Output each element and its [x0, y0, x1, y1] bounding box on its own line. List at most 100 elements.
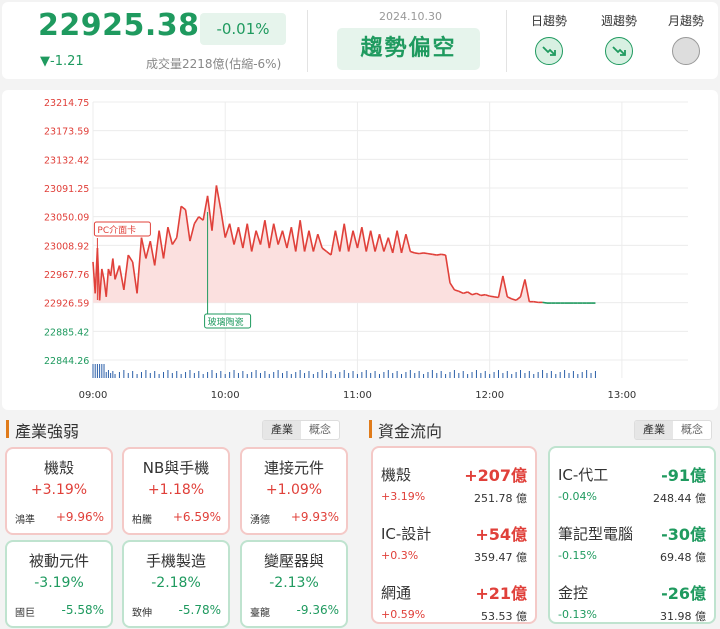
change-percent-badge: -0.01%	[200, 13, 286, 45]
money-flow-row[interactable]: 網通 +21億 +0.59% 53.53 億	[373, 572, 535, 628]
flow-change: -0.15%	[558, 549, 597, 562]
industry-section-title: 產業強弱	[15, 422, 80, 441]
flow-amount: +21億	[475, 584, 527, 603]
industry-name: 變壓器與	[263, 552, 324, 570]
tab-industry[interactable]: 產業	[635, 421, 673, 439]
leading-stock: 致伸	[132, 608, 152, 619]
x-tick-label: 11:00	[343, 390, 372, 401]
x-tick-label: 13:00	[607, 390, 636, 401]
money-flow-section-title: 資金流向	[378, 422, 443, 441]
industry-change: -3.19%	[34, 575, 84, 591]
leading-stock-change: +9.93%	[290, 510, 339, 524]
price-line-segment	[480, 293, 486, 297]
money-flow-row[interactable]: 筆記型電腦 -30億 -0.15% 69.48 億	[550, 513, 714, 569]
leading-stock-change: +6.59%	[172, 510, 221, 524]
flow-industry-name: IC-設計	[381, 525, 432, 543]
flow-change: +0.59%	[381, 608, 426, 621]
leading-stock-change: -5.58%	[61, 603, 104, 617]
index-price: 22925.38	[38, 8, 200, 43]
flow-industry-name: 機殼	[381, 466, 412, 484]
money-flow-tab-toggle: 產業 概念	[634, 420, 712, 440]
price-line-segment	[542, 301, 548, 304]
price-line-segment	[436, 253, 442, 256]
money-flow-row[interactable]: 金控 -26億 -0.13% 31.98 億	[550, 572, 714, 628]
industry-name: 連接元件	[263, 459, 324, 477]
divider	[506, 10, 507, 72]
x-tick-label: 09:00	[79, 390, 108, 401]
trend-down-icon	[535, 37, 563, 65]
industry-name: 手機製造	[145, 552, 206, 570]
tab-concept[interactable]: 概念	[301, 421, 339, 439]
flow-turnover: 69.48 億	[660, 551, 706, 564]
price-area-fill	[93, 185, 596, 303]
industry-card[interactable]: 變壓器與 -2.13% 臺龍 -9.36%	[240, 540, 348, 628]
intraday-chart[interactable]: 23214.75 23173.59 23132.42 23091.25 23050.09…	[2, 90, 718, 410]
tab-concept[interactable]: 概念	[673, 421, 711, 439]
leading-stock: 國巨	[15, 608, 35, 619]
flow-amount: -26億	[661, 584, 706, 603]
y-tick-label: 22926.59	[44, 299, 89, 310]
tab-industry[interactable]: 產業	[263, 421, 301, 439]
price-line-segment	[414, 252, 420, 255]
industry-card[interactable]: 機殼 +3.19% 鴻準 +9.96%	[5, 447, 113, 535]
annotation-label: 玻璃陶瓷	[208, 316, 244, 328]
industry-name: 被動元件	[28, 552, 89, 570]
flow-change: -0.13%	[558, 608, 597, 621]
y-tick-label: 23173.59	[44, 127, 89, 138]
daily-trend-label: 日趨勢	[530, 14, 567, 28]
y-tick-label: 22885.42	[44, 327, 89, 338]
leading-stock: 臺龍	[250, 608, 270, 619]
flow-turnover: 359.47 億	[474, 551, 527, 564]
flow-industry-name: IC-代工	[558, 466, 609, 484]
flow-amount: +54億	[475, 525, 527, 544]
money-flow-row[interactable]: IC-設計 +54億 +0.3% 359.47 億	[373, 513, 535, 569]
flow-industry-name: 筆記型電腦	[558, 525, 634, 543]
industry-change: -2.13%	[269, 575, 319, 591]
industry-card[interactable]: NB與手機 +1.18% 柏騰 +6.59%	[122, 447, 230, 535]
flow-amount: +207億	[464, 466, 527, 485]
leading-stock-change: -9.36%	[296, 603, 339, 617]
money-inflow-list: 機殼 +207億 +3.19% 251.78 億 IC-設計 +54億 +0.3% 359.4…	[371, 446, 537, 624]
industry-name: NB與手機	[142, 459, 210, 477]
price-line-segment	[432, 253, 437, 256]
flow-change: -0.04%	[558, 490, 597, 503]
flow-change: +3.19%	[381, 490, 426, 503]
money-flow-row[interactable]: IC-代工 -91億 -0.04% 248.44 億	[550, 454, 714, 510]
money-flow-row[interactable]: 機殼 +207億 +3.19% 251.78 億	[373, 454, 535, 510]
y-tick-label: 23214.75	[44, 98, 89, 109]
industry-change: +1.18%	[147, 482, 205, 498]
x-tick-label: 10:00	[211, 390, 240, 401]
trend-summary-badge: 趨勢偏空	[337, 28, 480, 70]
monthly-trend[interactable]: 月趨勢	[651, 12, 720, 65]
daily-trend[interactable]: 日趨勢	[514, 12, 584, 65]
weekly-trend[interactable]: 週趨勢	[584, 12, 654, 65]
annotation-label: PC介面卡	[97, 224, 136, 236]
y-tick-label: 22844.26	[44, 356, 89, 367]
price-line-segment	[489, 295, 495, 298]
leading-stock: 湧德	[250, 515, 270, 526]
monthly-trend-label: 月趨勢	[667, 14, 704, 28]
y-tick-label: 23091.25	[44, 184, 89, 195]
flow-industry-name: 金控	[558, 584, 589, 602]
price-line-segment	[419, 252, 424, 255]
trend-neutral-icon	[672, 37, 700, 65]
trend-down-icon	[605, 37, 633, 65]
industry-tab-toggle: 產業 概念	[262, 420, 340, 440]
industry-card[interactable]: 連接元件 +1.09% 湧德 +9.93%	[240, 447, 348, 535]
price-line-segment	[441, 253, 446, 256]
y-tick-label: 23008.92	[44, 241, 89, 252]
price-change: ▼-1.21	[40, 54, 84, 69]
x-tick-label: 12:00	[475, 390, 504, 401]
industry-change: -2.18%	[151, 575, 201, 591]
industry-change: +1.09%	[265, 482, 323, 498]
industry-card[interactable]: 手機製造 -2.18% 致伸 -5.78%	[122, 540, 230, 628]
y-tick-label: 23132.42	[44, 155, 89, 166]
flow-industry-name: 網通	[381, 584, 412, 602]
flow-change: +0.3%	[381, 549, 419, 562]
weekly-trend-label: 週趨勢	[600, 14, 637, 28]
industry-card[interactable]: 被動元件 -3.19% 國巨 -5.58%	[5, 540, 113, 628]
trade-date: 2024.10.30	[379, 10, 442, 23]
industry-change: +3.19%	[30, 482, 88, 498]
divider	[307, 10, 308, 72]
leading-stock-change: -5.78%	[178, 603, 221, 617]
